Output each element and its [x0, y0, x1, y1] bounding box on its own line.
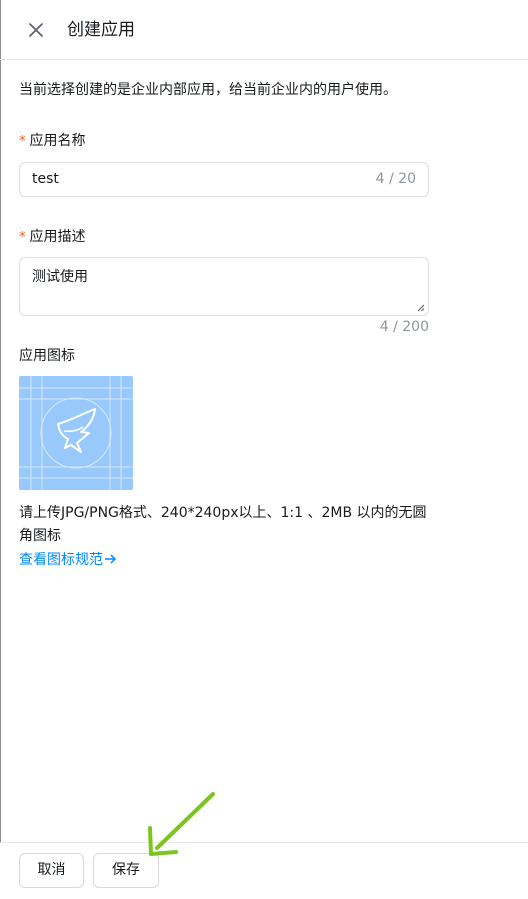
dingtalk-logo-icon — [19, 376, 133, 490]
upload-hint: 请上传JPG/PNG格式、240*240px以上、1:1 、2MB 以内的无圆角… — [19, 505, 427, 544]
app-name-value: test — [32, 171, 59, 187]
app-name-input[interactable]: test 4 / 20 — [19, 162, 429, 197]
close-icon — [29, 23, 43, 37]
app-description-textarea[interactable]: 测试使用 — [19, 257, 429, 316]
app-name-label-text: 应用名称 — [29, 133, 86, 149]
icon-spec-link[interactable]: 查看图标规范 — [19, 549, 117, 571]
close-button[interactable] — [24, 18, 48, 42]
app-icon-preview[interactable] — [19, 376, 133, 490]
app-icon-label: 应用图标 — [19, 348, 75, 364]
app-name-counter: 4 / 20 — [375, 171, 416, 187]
required-mark: * — [19, 230, 26, 245]
green-arrow-icon — [148, 792, 215, 856]
required-mark: * — [19, 134, 26, 149]
app-description-value: 测试使用 — [32, 269, 88, 285]
app-name-label: * 应用名称 — [19, 131, 86, 152]
app-description-label: * 应用描述 — [19, 227, 86, 248]
cancel-button[interactable]: 取消 — [19, 853, 84, 888]
drawer-header: 创建应用 — [0, 0, 528, 60]
window-edge — [0, 0, 1, 899]
app-description-label-text: 应用描述 — [29, 229, 86, 245]
arrow-right-icon — [105, 554, 117, 564]
page-title: 创建应用 — [67, 20, 135, 40]
icon-spec-link-label: 查看图标规范 — [19, 552, 103, 568]
resize-grip-icon[interactable] — [417, 304, 425, 312]
app-description-counter: 4 / 200 — [379, 319, 429, 335]
notice-text: 当前选择创建的是企业内部应用，给当前企业内的用户使用。 — [19, 82, 397, 98]
